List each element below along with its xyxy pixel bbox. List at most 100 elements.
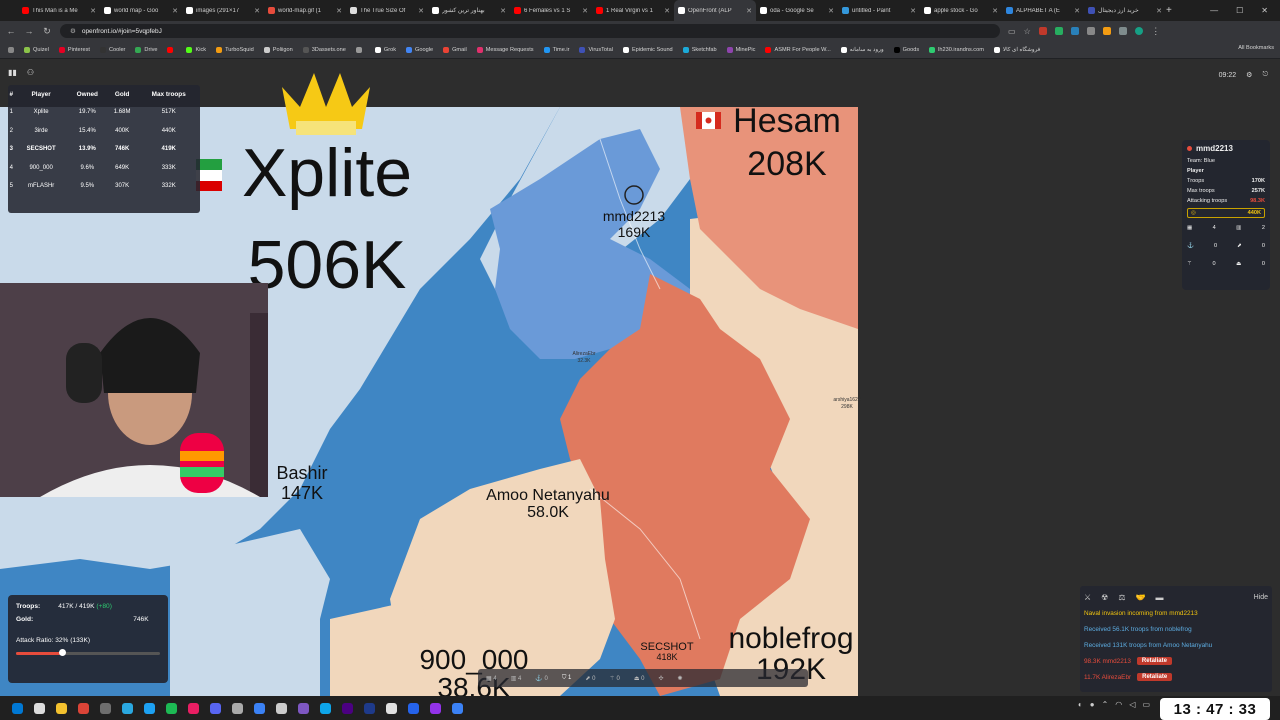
bookmark-item[interactable]: 3Dassets.one <box>299 46 350 53</box>
attack-ratio-handle[interactable] <box>59 649 67 656</box>
tray-icon[interactable]: ⌃ <box>1102 700 1109 709</box>
bookmark-item[interactable]: ASMR For People W... <box>761 46 834 53</box>
all-bookmarks-link[interactable]: All Bookmarks <box>1238 45 1274 51</box>
browser-tab[interactable]: world map - Goo ✕ <box>100 0 182 21</box>
cast-icon[interactable]: ▭ <box>1008 27 1016 36</box>
bookmark-item[interactable]: Quizel <box>20 46 53 53</box>
bookmark-star-icon[interactable]: ☆ <box>1024 27 1031 36</box>
browser-tab[interactable]: oda - Google Se ✕ <box>756 0 838 21</box>
apps-icon[interactable] <box>4 46 18 53</box>
bookmark-item[interactable]: فروشگاه ای کالا <box>990 46 1044 53</box>
app-icon[interactable] <box>182 697 204 719</box>
after-effects-icon[interactable] <box>292 697 314 719</box>
retaliate-button[interactable]: Retaliate <box>1137 673 1173 681</box>
hydrogen-build-icon[interactable]: ✺ <box>678 675 683 682</box>
browser-tab[interactable]: OpenFront (ALP ✕ <box>674 0 756 21</box>
bookmark-item[interactable]: Epidemic Sound <box>619 46 677 53</box>
game-viewport[interactable]: Xplite 506K Hesam 208K mmd2213 169K Bash… <box>0 59 1280 696</box>
browser-tab[interactable]: untitled - Paint ✕ <box>838 0 920 21</box>
leaderboard-header[interactable]: Gold <box>107 85 138 103</box>
tab-close-icon[interactable]: ✕ <box>90 7 96 15</box>
bookmark-item[interactable]: TurboSquid <box>212 46 258 53</box>
app-icon[interactable] <box>358 697 380 719</box>
bookmark-item[interactable]: Time.ir <box>540 46 574 53</box>
extension-icon[interactable] <box>1070 27 1079 35</box>
bookmark-item[interactable] <box>352 46 369 53</box>
trade-filter-icon[interactable]: ⚖ <box>1118 593 1125 602</box>
city-build-icon[interactable]: ▦ 4 <box>486 675 497 682</box>
bookmark-item[interactable] <box>163 46 180 53</box>
browser-tab[interactable]: خرید ارز دیجیتال ✕ <box>1084 0 1166 21</box>
leaderboard-row[interactable]: 4 900_000 9.6% 649K 333K <box>8 159 200 178</box>
tab-close-icon[interactable]: ✕ <box>910 7 916 15</box>
nuke-filter-icon[interactable]: ☢ <box>1101 593 1108 602</box>
back-icon[interactable]: ← <box>6 26 16 36</box>
tray-icon[interactable]: ◐ <box>1078 700 1083 709</box>
tray-icon[interactable]: ● <box>1090 700 1095 709</box>
bookmark-item[interactable]: Poliigon <box>260 46 297 53</box>
tab-close-icon[interactable]: ✕ <box>418 7 424 15</box>
leaderboard-icon[interactable]: ▮▮ <box>8 68 17 77</box>
app-icon[interactable] <box>446 697 468 719</box>
browser-tab[interactable]: 6 Females vs 1 S ✕ <box>510 0 592 21</box>
extension-icon[interactable] <box>1102 27 1111 35</box>
bookmark-item[interactable]: VirusTotal <box>575 46 616 53</box>
extension-icon[interactable] <box>1054 27 1063 35</box>
bookmark-item[interactable]: ورود به سامانه <box>837 46 888 53</box>
bookmark-item[interactable]: Grok <box>371 46 400 53</box>
app-icon[interactable] <box>402 697 424 719</box>
minimize-icon[interactable]: — <box>1210 6 1218 15</box>
menu-kebab-icon[interactable]: ⋮ <box>1151 26 1161 37</box>
windows-start-icon[interactable] <box>6 697 28 719</box>
exit-icon[interactable]: ⎋ <box>1262 71 1268 79</box>
leaderboard-row[interactable]: 5 mFLASHr 9.5% 307K 332K <box>8 177 200 196</box>
bookmark-item[interactable]: Gmail <box>439 46 471 53</box>
defense-build-icon[interactable]: ⛉ 1 <box>562 675 572 682</box>
nuke-build-icon[interactable]: ✣ <box>659 675 664 682</box>
bookmark-item[interactable]: MinePic <box>723 46 760 53</box>
bookmark-item[interactable]: Google <box>402 46 437 53</box>
leaderboard-row[interactable]: 3 SECSHOT 13.9% 746K 419K <box>8 140 200 159</box>
tab-close-icon[interactable]: ✕ <box>336 7 342 15</box>
leaderboard-row[interactable]: 1 Xplite 19.7% 1.68M 517K <box>8 103 200 122</box>
app-icon[interactable] <box>248 697 270 719</box>
browser-tab[interactable]: world-map.gif (1 ✕ <box>264 0 346 21</box>
retaliate-button[interactable]: Retaliate <box>1136 657 1172 665</box>
bookmark-item[interactable]: Cooler <box>96 46 129 53</box>
chat-filter-icon[interactable]: ▬ <box>1155 593 1163 602</box>
bookmark-item[interactable]: Pinterest <box>55 46 94 53</box>
alliance-filter-icon[interactable]: 🤝 <box>1136 593 1146 602</box>
volume-icon[interactable]: ◁ <box>1129 700 1135 709</box>
missile-build-icon[interactable]: ⬈ 0 <box>585 675 595 682</box>
forward-icon[interactable]: → <box>24 26 34 36</box>
wifi-icon[interactable]: ◠ <box>1115 700 1122 709</box>
close-icon[interactable]: ✕ <box>1261 6 1268 15</box>
browser-tab[interactable]: apple stock - Go ✕ <box>920 0 1002 21</box>
leaderboard-header[interactable]: Max troops <box>137 85 200 103</box>
extension-icon[interactable] <box>1118 27 1127 35</box>
browser-tab[interactable]: 1 Real Virgin vs 1 ✕ <box>592 0 674 21</box>
browser-tab[interactable]: This Man is a Me ✕ <box>18 0 100 21</box>
spotify-icon[interactable] <box>160 697 182 719</box>
app-icon[interactable] <box>138 697 160 719</box>
sam-build-icon[interactable]: ⚚ 0 <box>609 675 619 682</box>
premiere-icon[interactable] <box>314 697 336 719</box>
bookmark-item[interactable]: Drive <box>131 46 161 53</box>
discord-icon[interactable] <box>204 697 226 719</box>
tab-close-icon[interactable]: ✕ <box>664 7 670 15</box>
settings-icon[interactable]: ⚙ <box>1246 71 1252 79</box>
browser-tab[interactable]: ALPHABET A (E ✕ <box>1002 0 1084 21</box>
reload-icon[interactable]: ↻ <box>42 26 52 37</box>
app-icon[interactable] <box>226 697 248 719</box>
extension-icon[interactable] <box>1038 27 1047 35</box>
bookmark-item[interactable]: Goods <box>890 46 923 53</box>
team-icon[interactable]: ⚇ <box>27 68 34 77</box>
profile-avatar-icon[interactable] <box>1134 27 1143 35</box>
browser-tab[interactable]: images (291×17 ✕ <box>182 0 264 21</box>
file-explorer-icon[interactable] <box>50 697 72 719</box>
browser-tab[interactable]: بهناور ترین کشور ✕ <box>428 0 510 21</box>
leaderboard-header[interactable]: Owned <box>68 85 107 103</box>
search-icon[interactable] <box>28 697 50 719</box>
telegram-icon[interactable] <box>116 697 138 719</box>
app-icon[interactable] <box>424 697 446 719</box>
